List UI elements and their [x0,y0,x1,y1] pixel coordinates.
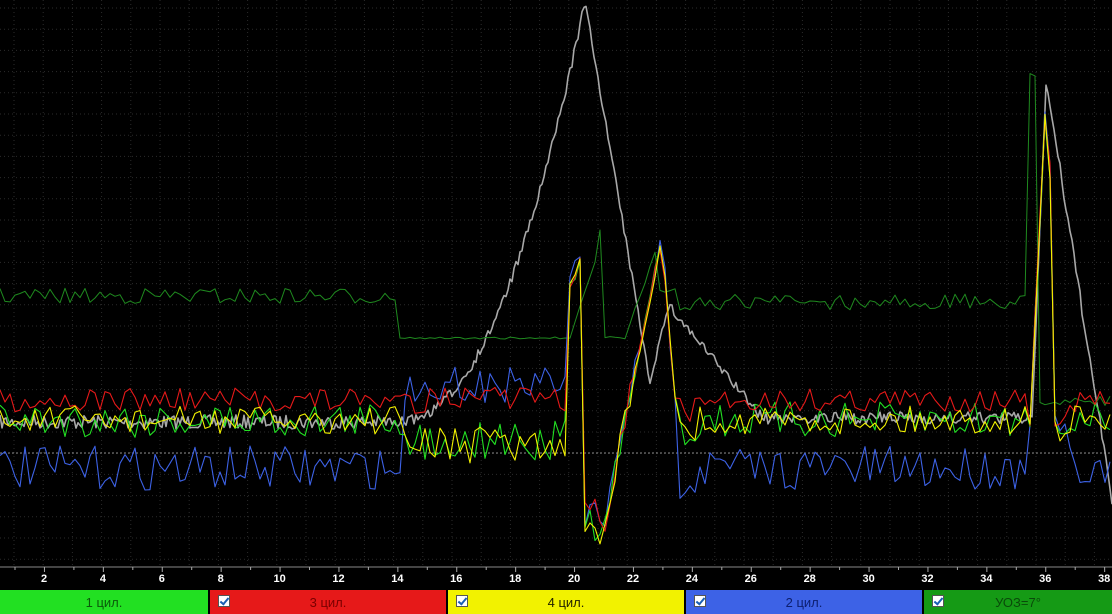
plot-grid [0,0,1112,568]
x-tick-label: 14 [391,573,404,585]
x-tick-label: 22 [627,573,639,585]
x-tick-label: 20 [568,573,580,585]
x-tick-label: 36 [1039,573,1051,585]
x-tick-label: 16 [450,573,462,585]
x-tick-label: 28 [804,573,816,585]
x-tick-label: 38 [1098,573,1110,585]
oscilloscope-plot[interactable] [0,0,1112,568]
cyl-2-trace [0,111,1111,527]
ignition-timing-label: УОЗ=7° [995,594,1041,610]
x-axis: 2 4 6 8 10 12 14 16 18 20 22 24 26 28 30 32 34 36 38 [0,566,1112,590]
signal-traces [0,5,1112,545]
ignition-timing-tab[interactable]: УОЗ=7° [924,590,1112,614]
x-tick-label: 6 [159,573,165,585]
x-tick-label: 12 [332,573,344,585]
cyl-4-trace [0,113,1111,545]
channel-2-tab[interactable]: 2 цил. [686,590,924,614]
channel-1-tab[interactable]: 1 цил. [0,590,210,614]
x-tick-label: 10 [273,573,285,585]
channel-3-checkbox[interactable] [218,595,230,607]
x-tick-label: 8 [218,573,224,585]
channel-bar: 1 цил. 3 цил. 4 цил. 2 цил. УОЗ=7° [0,590,1112,614]
cyl-1-trace [0,120,1111,542]
channel-4-label: 4 цил. [547,594,585,610]
x-tick-label: 24 [686,573,699,585]
channel-1-label: 1 цил. [85,594,123,610]
x-tick-label: 4 [100,573,107,585]
channel-2-checkbox[interactable] [694,595,706,607]
x-tick-label: 2 [41,573,47,585]
x-tick-label: 18 [509,573,521,585]
x-tick-label: 26 [745,573,757,585]
channel-3-tab[interactable]: 3 цил. [210,590,448,614]
channel-3-label: 3 цил. [309,594,347,610]
x-tick-label: 30 [862,573,874,585]
x-tick-label: 34 [980,573,993,585]
ignition-timing-checkbox[interactable] [932,595,944,607]
channel-2-label: 2 цил. [785,594,823,610]
x-tick-label: 32 [921,573,933,585]
channel-4-tab[interactable]: 4 цил. [448,590,686,614]
ignition-sync-trace [0,73,1111,406]
pressure-trace [0,5,1112,505]
channel-4-checkbox[interactable] [456,595,468,607]
